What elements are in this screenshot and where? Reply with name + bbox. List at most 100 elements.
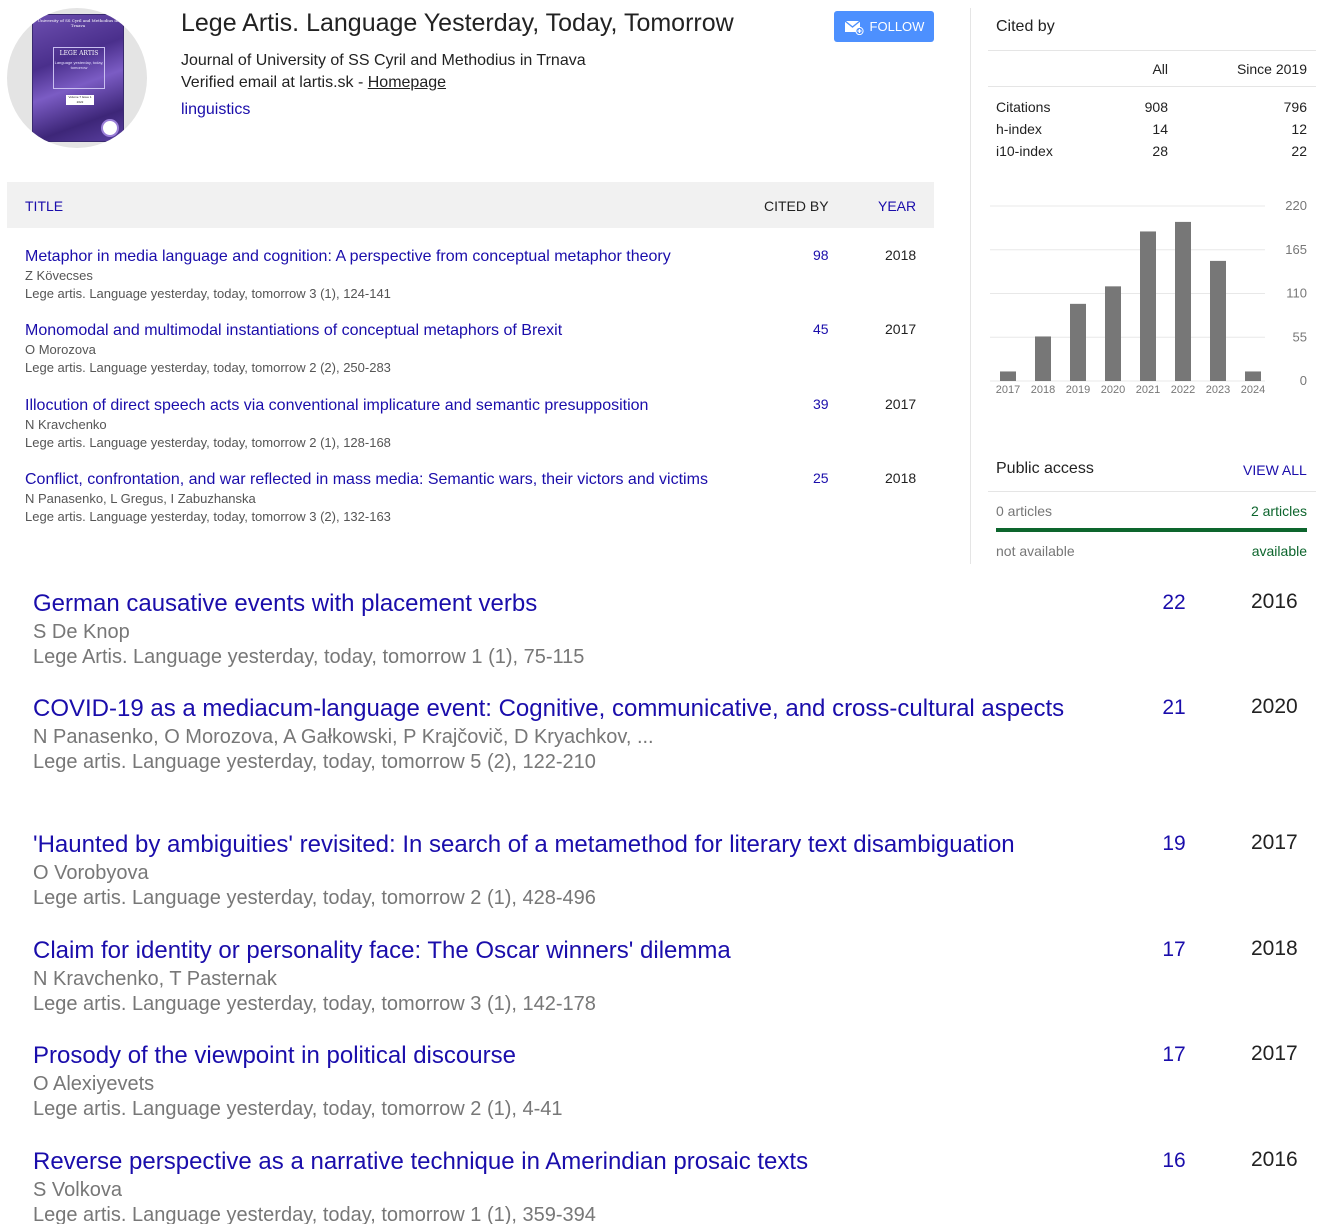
chart-ytick-label: 0 <box>1300 373 1307 388</box>
article-title-link[interactable]: Illocution of direct speech acts via con… <box>25 395 737 416</box>
chart-ytick-label: 110 <box>1286 286 1307 301</box>
profile-avatar: University of SS Cyril and Methodius in … <box>7 8 147 148</box>
metric-label: i10-index <box>996 143 1053 159</box>
cited-by-count-link[interactable]: 21 <box>1149 696 1199 720</box>
article-year: 2018 <box>885 247 917 263</box>
article-year: 2018 <box>885 470 917 486</box>
table-row: COVID-19 as a mediacum-language event: C… <box>33 693 1313 774</box>
article-title-link[interactable]: Reverse perspective as a narrative techn… <box>33 1146 1073 1177</box>
article-authors: N Kravchenko <box>25 417 107 432</box>
article-venue: Lege artis. Language yesterday, today, t… <box>25 509 391 524</box>
article-venue: Lege artis. Language yesterday, today, t… <box>33 993 596 1015</box>
journal-cover-image: University of SS Cyril and Methodius in … <box>32 14 124 142</box>
cited-by-count-link[interactable]: 39 <box>813 396 829 412</box>
profile-name: Lege Artis. Language Yesterday, Today, T… <box>181 9 734 37</box>
article-year: 2017 <box>1251 831 1298 854</box>
homepage-link[interactable]: Homepage <box>368 74 446 91</box>
follow-label: FOLLOW <box>869 19 925 34</box>
cited-by-count-link[interactable]: 25 <box>813 470 829 486</box>
sort-by-cited[interactable]: CITED BY <box>764 198 829 214</box>
cited-by-count-link[interactable]: 98 <box>813 247 829 263</box>
chart-bar-2018[interactable] <box>1035 336 1051 381</box>
chart-xtick-label: 2024 <box>1241 384 1265 396</box>
chart-xtick-label: 2018 <box>1031 384 1055 396</box>
cover-subtitle: Language yesterday, today, tomorrow <box>54 60 104 70</box>
chart-xtick-label: 2022 <box>1171 384 1195 396</box>
cover-title: LEGE ARTIS <box>59 50 99 57</box>
article-title-link[interactable]: German causative events with placement v… <box>33 588 1073 619</box>
cited-by-count-link[interactable]: 22 <box>1149 591 1199 615</box>
metric-since: 796 <box>1283 99 1307 115</box>
sort-by-title[interactable]: TITLE <box>25 198 63 214</box>
not-available-count[interactable]: 0 articles <box>996 503 1052 519</box>
table-row: Prosody of the viewpoint in political di… <box>33 1040 1313 1121</box>
cover-seal-icon <box>101 119 119 137</box>
col-all: All <box>1152 61 1168 77</box>
verified-email-text: Verified email at lartis.sk - <box>181 74 368 91</box>
chart-xtick-label: 2019 <box>1066 384 1090 396</box>
cited-by-count-link[interactable]: 17 <box>1149 1043 1199 1067</box>
chart-ytick-label: 220 <box>1285 198 1307 213</box>
divider <box>988 86 1316 87</box>
article-title-link[interactable]: 'Haunted by ambiguities' revisited: In s… <box>33 829 1073 860</box>
metric-all: 28 <box>1152 143 1168 159</box>
metric-since: 12 <box>1291 121 1307 137</box>
chart-bar-2023[interactable] <box>1210 260 1226 381</box>
article-authors: N Panasenko, L Gregus, I Zabuzhanska <box>25 491 256 506</box>
available-label: available <box>1251 543 1307 559</box>
article-title-link[interactable]: COVID-19 as a mediacum-language event: C… <box>33 693 1073 724</box>
article-year: 2018 <box>1251 937 1298 960</box>
divider <box>988 50 1316 51</box>
article-title-link[interactable]: Claim for identity or personality face: … <box>33 935 1073 966</box>
cited-by-count-link[interactable]: 16 <box>1149 1149 1199 1173</box>
articles-table-header: TITLE CITED BY YEAR <box>7 182 934 228</box>
table-row: Conflict, confrontation, and war reflect… <box>25 469 930 526</box>
article-authors: O Morozova <box>25 342 96 357</box>
article-venue: Lege artis. Language yesterday, today, t… <box>25 435 391 450</box>
col-since: Since 2019 <box>1236 61 1307 77</box>
follow-button[interactable]: FOLLOW <box>834 11 934 42</box>
available-count[interactable]: 2 articles <box>1251 503 1307 519</box>
article-title-link[interactable]: Conflict, confrontation, and war reflect… <box>25 469 737 490</box>
chart-bar-2019[interactable] <box>1070 303 1086 381</box>
public-access-title: Public access <box>996 460 1094 477</box>
metric-all: 908 <box>1144 99 1168 115</box>
public-access-bar <box>996 528 1307 532</box>
cited-by-count-link[interactable]: 19 <box>1149 832 1199 856</box>
article-year: 2017 <box>885 321 917 337</box>
article-authors: O Vorobyova <box>33 862 149 884</box>
view-all-link[interactable]: VIEW ALL <box>1243 462 1307 478</box>
chart-xtick-label: 2020 <box>1101 384 1125 396</box>
article-authors: N Panasenko, O Morozova, A Gałkowski, P … <box>33 726 654 748</box>
article-title-link[interactable]: Prosody of the viewpoint in political di… <box>33 1040 1073 1071</box>
article-venue: Lege artis. Language yesterday, today, t… <box>33 751 596 773</box>
article-year: 2017 <box>885 396 917 412</box>
cover-journal-text: University of SS Cyril and Methodius in … <box>37 18 119 28</box>
chart-ytick-label: 55 <box>1293 329 1307 344</box>
article-venue: Lege Artis. Language yesterday, today, t… <box>33 646 585 668</box>
chart-bar-2022[interactable] <box>1175 221 1191 381</box>
cited-by-count-link[interactable]: 45 <box>813 321 829 337</box>
article-venue: Lege artis. Language yesterday, today, t… <box>33 1098 563 1120</box>
metric-since: 22 <box>1291 143 1307 159</box>
chart-bar-2024[interactable] <box>1245 371 1261 381</box>
chart-bar-2021[interactable] <box>1140 231 1156 381</box>
table-row: Monomodal and multimodal instantiations … <box>25 320 930 377</box>
article-title-link[interactable]: Monomodal and multimodal instantiations … <box>25 320 737 341</box>
article-year: 2020 <box>1251 695 1298 718</box>
interest-link-linguistics[interactable]: linguistics <box>181 101 250 119</box>
chart-xtick-label: 2023 <box>1206 384 1230 396</box>
sort-by-year[interactable]: YEAR <box>878 198 916 214</box>
chart-bar-2020[interactable] <box>1105 286 1121 381</box>
table-row: Illocution of direct speech acts via con… <box>25 395 930 452</box>
article-venue: Lege artis. Language yesterday, today, t… <box>25 286 391 301</box>
cited-by-count-link[interactable]: 17 <box>1149 938 1199 962</box>
sidebar-divider <box>970 8 971 564</box>
article-title-link[interactable]: Metaphor in media language and cognition… <box>25 246 737 267</box>
article-year: 2016 <box>1251 1148 1298 1171</box>
metric-all: 14 <box>1152 121 1168 137</box>
profile-email-line: Verified email at lartis.sk - Homepage <box>181 74 446 92</box>
article-venue: Lege artis. Language yesterday, today, t… <box>25 360 391 375</box>
article-authors: S Volkova <box>33 1179 122 1201</box>
chart-bar-2017[interactable] <box>1000 371 1016 381</box>
